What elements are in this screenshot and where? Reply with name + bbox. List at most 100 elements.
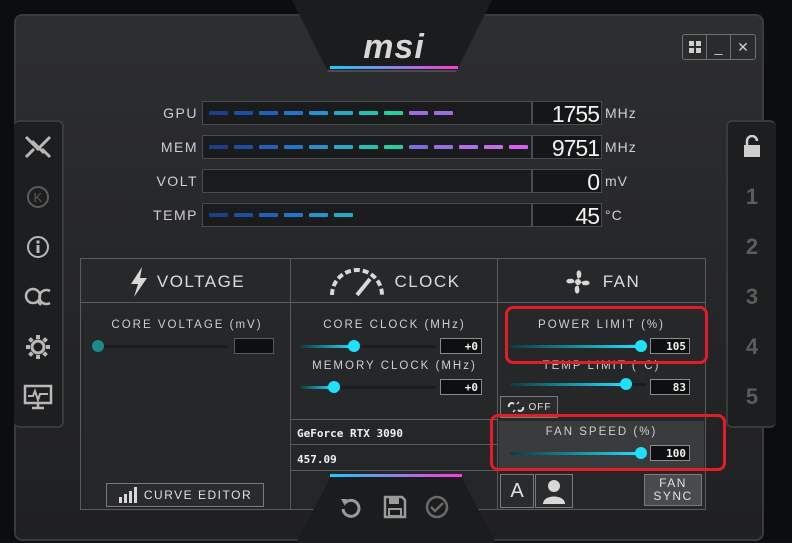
temp-label: TEMP <box>153 207 198 223</box>
temp-monitor-row: TEMP 45 °C <box>150 202 649 228</box>
k-icon[interactable]: K <box>14 172 62 222</box>
voltage-title: VOLTAGE <box>156 272 246 291</box>
left-sidebar: K <box>14 120 64 428</box>
save-button[interactable] <box>380 492 410 522</box>
core-voltage-slider[interactable] <box>92 340 228 352</box>
divider-2 <box>497 258 498 510</box>
core-voltage-input[interactable] <box>234 338 274 354</box>
gpu-bar-segment <box>334 111 353 115</box>
gpu-bar-segment <box>409 111 428 115</box>
mem-monitor-row: MEM 9751 MHz <box>150 134 649 160</box>
user-fan-curve-button[interactable] <box>535 474 573 508</box>
temp-unit: °C <box>605 207 623 223</box>
temp-limit-input[interactable]: 83 <box>650 379 690 395</box>
user-icon <box>543 480 565 504</box>
gpu-monitor-row: GPU 1755 MHz <box>150 100 649 126</box>
memory-clock-input[interactable]: +0 <box>440 379 482 395</box>
mem-bar-segment <box>459 145 478 149</box>
mem-label: MEM <box>160 139 198 155</box>
lightning-icon <box>130 267 147 297</box>
mem-bar-segment <box>409 145 428 149</box>
mem-bar-segment <box>359 145 378 149</box>
mem-bar-segment <box>484 145 503 149</box>
voltage-header: VOLTAGE <box>82 262 290 302</box>
mem-bar-segment <box>434 145 453 149</box>
mem-bar-segment <box>259 145 278 149</box>
temp-bar-segment <box>334 213 353 217</box>
mem-bar-segment <box>384 145 403 149</box>
msi-logo: msi <box>363 28 425 66</box>
mem-bar-segment <box>284 145 303 149</box>
fan-auto-button[interactable]: A <box>500 474 534 508</box>
core-clock-fill <box>300 345 355 348</box>
core-clock-slider[interactable] <box>300 340 436 352</box>
temp-bar-segment <box>309 213 328 217</box>
volt-value: 0 <box>532 169 602 194</box>
svg-text:K: K <box>34 190 43 205</box>
gpu-label: GPU <box>163 105 198 121</box>
mem-unit: MHz <box>605 139 637 155</box>
gpu-info-divider-bottom <box>290 470 497 471</box>
gpu-info-divider-mid <box>290 444 497 445</box>
mem-bar-segment <box>334 145 353 149</box>
clock-header: CLOCK <box>292 262 497 302</box>
gpu-bar-segment <box>234 111 253 115</box>
volt-label: VOLT <box>156 173 198 189</box>
gpu-bar-segment <box>309 111 328 115</box>
oc-scanner-icon[interactable] <box>14 272 62 322</box>
header-divider <box>80 302 706 303</box>
mem-bar <box>202 135 532 159</box>
lock-icon[interactable] <box>728 122 776 172</box>
core-clock-input[interactable]: +0 <box>440 338 482 354</box>
apply-button[interactable] <box>422 492 452 522</box>
bottom-glow-line <box>330 474 462 477</box>
fan-header: FAN <box>499 262 704 302</box>
mem-bar-segment <box>209 145 228 149</box>
link-state: OFF <box>528 401 552 413</box>
core-voltage-label: CORE VOLTAGE (mV) <box>111 319 263 331</box>
memory-clock-label: MEMORY CLOCK (MHz) <box>312 360 477 372</box>
profile-2-button[interactable]: 2 <box>728 222 776 272</box>
reset-icon <box>341 498 361 518</box>
gpu-value: 1755 <box>532 101 602 126</box>
core-voltage-knob[interactable] <box>92 340 104 352</box>
profile-4-button[interactable]: 4 <box>728 322 776 372</box>
fan-title: FAN <box>602 272 641 291</box>
settings-gear-icon[interactable] <box>14 322 62 372</box>
gpu-unit: MHz <box>605 105 637 121</box>
memory-clock-slider[interactable] <box>300 381 436 393</box>
profile-1-button[interactable]: 1 <box>728 172 776 222</box>
curve-editor-button[interactable]: CURVE EDITOR <box>106 483 264 507</box>
minimize-button[interactable]: _ <box>707 35 731 59</box>
temp-bar-segment <box>284 213 303 217</box>
gpu-bar-segment <box>284 111 303 115</box>
temp-limit-slider[interactable] <box>510 378 646 390</box>
speedometer-icon <box>330 268 385 297</box>
temp-value: 45 <box>532 203 602 228</box>
temp-limit-knob[interactable] <box>619 378 632 390</box>
gpu-bar-segment <box>259 111 278 115</box>
temp-bar <box>202 203 532 227</box>
windows-icon[interactable] <box>683 35 707 59</box>
gpu-name: GeForce RTX 3090 <box>297 427 403 440</box>
unlink-icon <box>507 401 524 413</box>
bar-graph-icon <box>118 487 137 503</box>
kombustor-icon[interactable] <box>14 122 62 172</box>
info-icon[interactable] <box>14 222 62 272</box>
afterburner-window: msi _ ✕ K 1 2 3 4 5 GPU 1755 MHz MEM 975… <box>0 0 792 543</box>
reset-button[interactable] <box>336 492 366 522</box>
close-button[interactable]: ✕ <box>731 35 755 59</box>
volt-bar <box>202 169 532 193</box>
temp-bar-segment <box>259 213 278 217</box>
save-icon <box>383 495 407 519</box>
monitor-icon[interactable] <box>14 372 62 422</box>
profile-5-button[interactable]: 5 <box>728 372 776 422</box>
mem-bar-segment <box>509 145 528 149</box>
temp-bar-segment <box>209 213 228 217</box>
memory-clock-knob[interactable] <box>328 381 340 393</box>
mem-bar-segment <box>309 145 328 149</box>
window-controls: _ ✕ <box>682 34 756 60</box>
fan-sync-button[interactable]: FAN SYNC <box>644 474 702 506</box>
profile-3-button[interactable]: 3 <box>728 272 776 322</box>
mem-bar-segment <box>234 145 253 149</box>
